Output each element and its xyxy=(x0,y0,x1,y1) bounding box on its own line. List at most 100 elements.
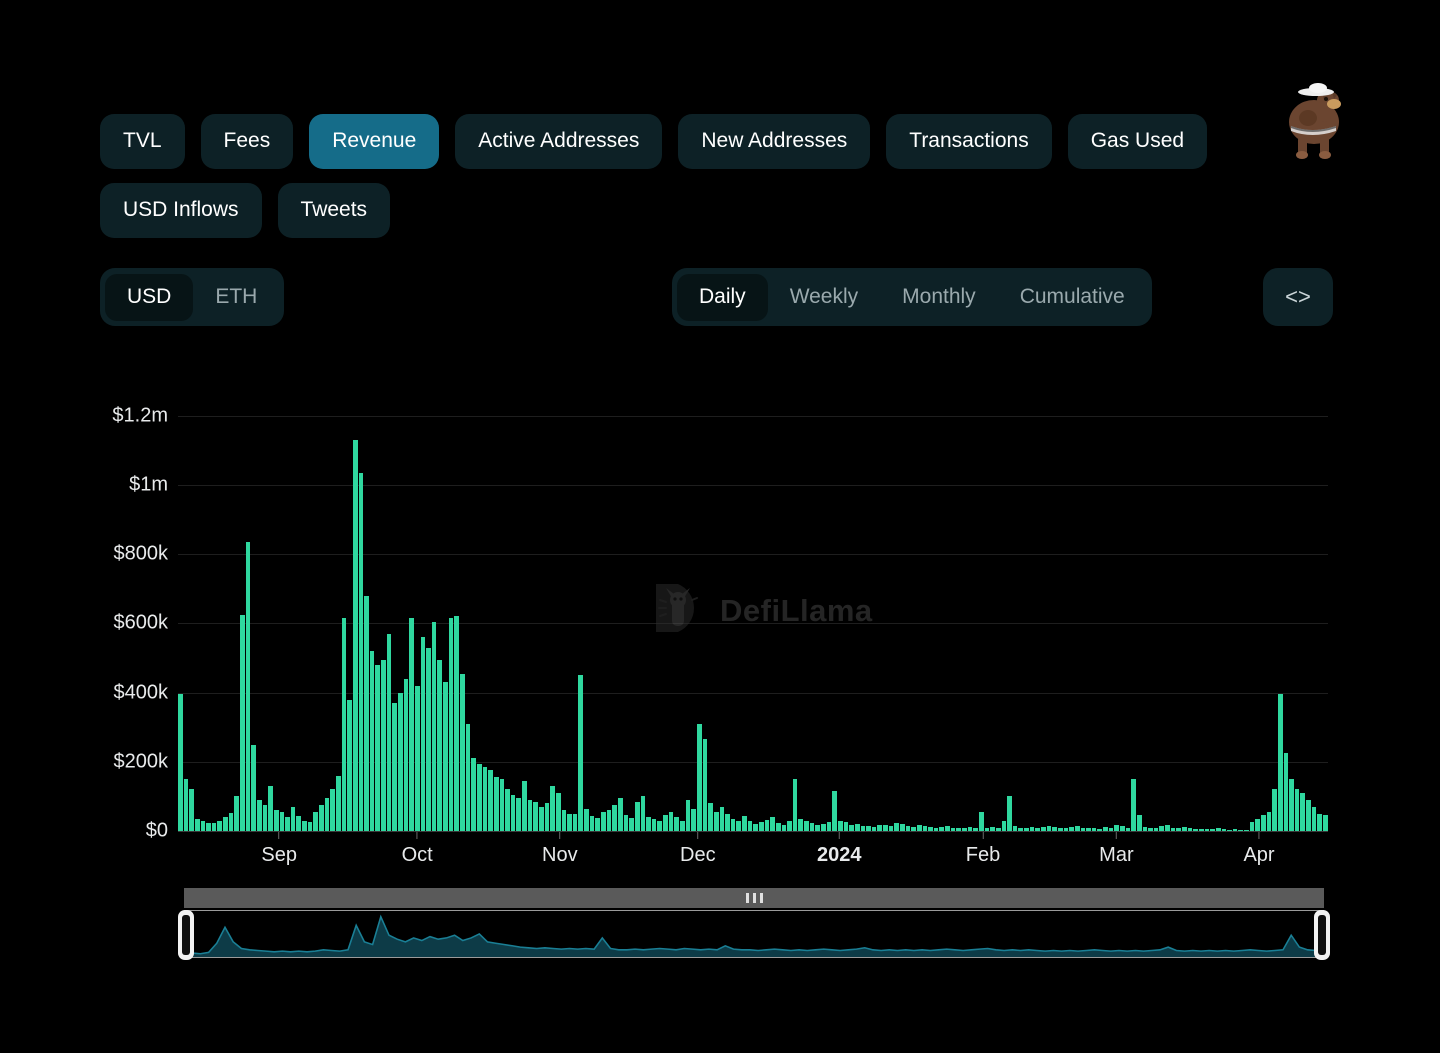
slider-track[interactable] xyxy=(184,910,1324,958)
metric-tab-list: TVL Fees Revenue Active Addresses New Addres… xyxy=(100,114,1350,238)
bar xyxy=(691,809,696,831)
bar xyxy=(494,777,499,831)
x-axis-tick-mark xyxy=(1259,832,1260,839)
slider-handle-left[interactable] xyxy=(178,910,194,960)
bar xyxy=(697,724,702,831)
x-axis-tick-label: 2024 xyxy=(817,832,862,867)
bar xyxy=(533,802,538,831)
denomination-option-eth[interactable]: ETH xyxy=(193,274,279,321)
bar xyxy=(748,821,753,831)
bar xyxy=(353,440,358,831)
slider-handle-right[interactable] xyxy=(1314,910,1330,960)
bar xyxy=(787,821,792,831)
metric-tab-fees[interactable]: Fees xyxy=(201,114,294,169)
x-axis-tick-text: Dec xyxy=(680,844,716,866)
bar xyxy=(545,803,550,831)
x-axis-tick-text: Oct xyxy=(402,844,433,866)
bar xyxy=(657,821,662,831)
plot-area[interactable] xyxy=(178,395,1328,831)
embed-code-button[interactable]: <> xyxy=(1263,268,1333,326)
metric-tab-new-addresses[interactable]: New Addresses xyxy=(678,114,870,169)
bar xyxy=(703,739,708,831)
bar xyxy=(646,817,651,831)
x-axis-tick-mark xyxy=(697,832,698,839)
bar xyxy=(578,675,583,831)
bar xyxy=(296,816,301,831)
bar xyxy=(725,814,730,831)
grip-line-icon xyxy=(746,893,749,903)
bar xyxy=(392,703,397,831)
bar xyxy=(437,660,442,831)
y-axis-tick-label: $1.2m xyxy=(0,404,168,427)
bar xyxy=(375,665,380,831)
y-axis: $0$200k$400k$600k$800k$1m$1.2m xyxy=(0,395,168,835)
metric-tab-active-addresses[interactable]: Active Addresses xyxy=(455,114,662,169)
bar xyxy=(765,820,770,831)
chart-range-slider[interactable] xyxy=(178,888,1330,960)
interval-option-cumulative[interactable]: Cumulative xyxy=(998,274,1147,321)
bar xyxy=(612,805,617,831)
bar xyxy=(742,816,747,831)
bar xyxy=(291,807,296,831)
bar xyxy=(229,813,234,831)
x-axis-tick-mark xyxy=(983,832,984,839)
bar xyxy=(663,815,668,831)
bar xyxy=(1002,821,1007,831)
bar xyxy=(562,810,567,831)
bar xyxy=(477,764,482,831)
metric-tab-tvl[interactable]: TVL xyxy=(100,114,185,169)
bar xyxy=(1007,796,1012,831)
bar xyxy=(500,779,505,831)
bar xyxy=(432,622,437,831)
bar xyxy=(1261,815,1266,831)
x-axis-tick-label: Sep xyxy=(261,832,297,867)
bar xyxy=(900,824,905,831)
bar xyxy=(302,821,307,831)
bar xyxy=(674,817,679,831)
bar xyxy=(336,776,341,831)
bar xyxy=(624,815,629,831)
x-axis-tick-label: Nov xyxy=(542,832,578,867)
code-brackets-icon: <> xyxy=(1285,284,1311,310)
bar xyxy=(1272,789,1277,831)
denomination-option-usd[interactable]: USD xyxy=(105,274,193,321)
bar xyxy=(280,812,285,831)
metric-tab-usd-inflows[interactable]: USD Inflows xyxy=(100,183,262,238)
bar xyxy=(223,817,228,831)
interval-option-daily[interactable]: Daily xyxy=(677,274,768,321)
chart-controls-row: USDETH DailyWeeklyMonthlyCumulative <> xyxy=(0,268,1440,328)
interval-option-monthly[interactable]: Monthly xyxy=(880,274,998,321)
slider-drag-bar[interactable] xyxy=(184,888,1324,908)
x-axis-tick-text: Nov xyxy=(542,844,578,866)
y-axis-tick-label: $400k xyxy=(0,681,168,704)
bar xyxy=(359,473,364,831)
interval-option-weekly[interactable]: Weekly xyxy=(768,274,880,321)
interval-toggle: DailyWeeklyMonthlyCumulative xyxy=(672,268,1152,326)
bar xyxy=(618,798,623,831)
bar xyxy=(454,616,459,831)
bar xyxy=(319,805,324,831)
bar xyxy=(217,821,222,831)
bar-series xyxy=(178,395,1328,831)
bar xyxy=(234,796,239,831)
bar xyxy=(832,791,837,831)
x-axis-tick-label: Mar xyxy=(1099,832,1133,867)
metric-tab-revenue[interactable]: Revenue xyxy=(309,114,439,169)
bar xyxy=(443,682,448,831)
bar xyxy=(240,615,245,831)
metric-tab-tweets[interactable]: Tweets xyxy=(278,183,391,238)
bar xyxy=(1284,753,1289,831)
bar xyxy=(257,800,262,831)
bar xyxy=(466,724,471,831)
bar xyxy=(1250,822,1255,831)
bar xyxy=(550,786,555,831)
bar xyxy=(736,821,741,831)
bar xyxy=(635,802,640,831)
bar xyxy=(505,789,510,831)
metric-tab-gas-used[interactable]: Gas Used xyxy=(1068,114,1207,169)
metric-tab-transactions[interactable]: Transactions xyxy=(886,114,1051,169)
bar xyxy=(251,745,256,832)
bar xyxy=(404,679,409,831)
bar xyxy=(1255,819,1260,831)
slider-preview-area-chart xyxy=(184,911,1324,957)
